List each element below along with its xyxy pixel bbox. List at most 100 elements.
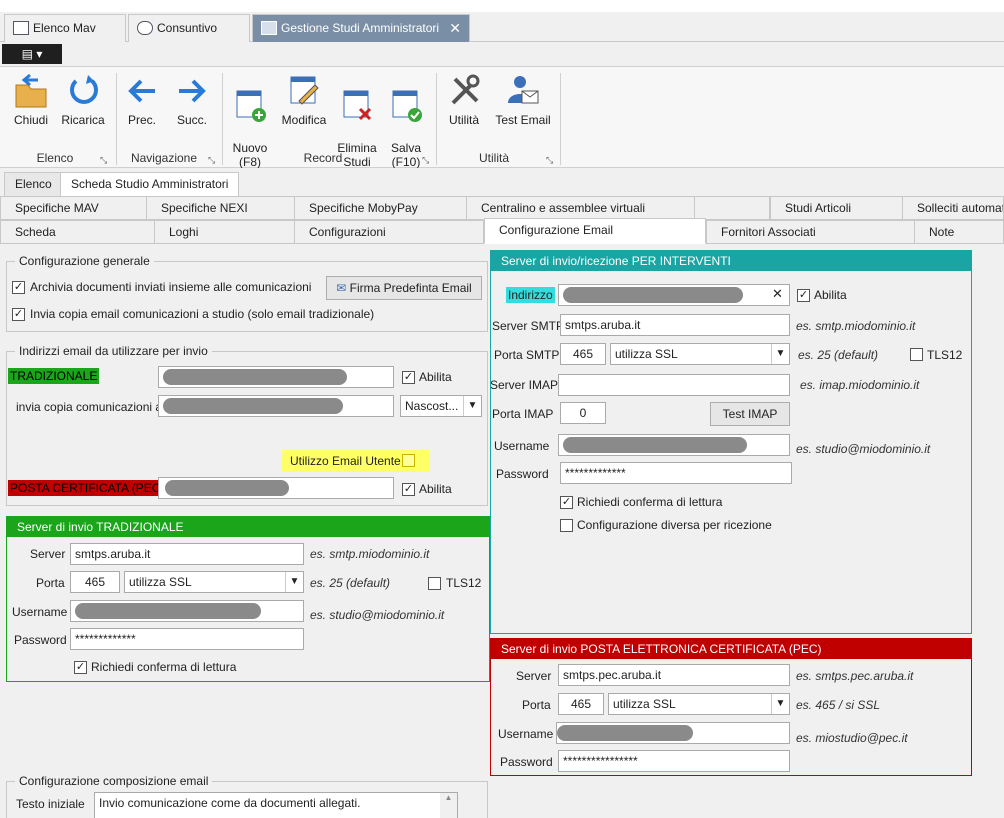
app-menu-button[interactable]: ▤ ▾: [2, 44, 62, 64]
traditional-port-input[interactable]: 465: [70, 571, 120, 593]
interventi-diff-checkbox[interactable]: [560, 519, 573, 532]
interventi-server-header: Server di invio/ricezione PER INTERVENTI: [491, 251, 971, 271]
username-label: Username: [494, 439, 550, 453]
close-button[interactable]: Chiudi: [8, 73, 54, 127]
diff-config-label: Configurazione diversa per ricezione: [577, 518, 772, 532]
pec-ssl-select[interactable]: utilizza SSL ▼: [608, 693, 790, 715]
interventi-password-input[interactable]: *************: [560, 462, 792, 484]
copy-to-input[interactable]: [158, 395, 394, 417]
user-email-checkbox[interactable]: [402, 454, 415, 467]
tab-studi-articoli[interactable]: Studi Articoli: [770, 196, 904, 220]
archive-checkbox[interactable]: ✓: [12, 281, 25, 294]
reload-button[interactable]: Ricarica: [58, 73, 108, 127]
traditional-server-input[interactable]: smtps.aruba.it: [70, 543, 304, 565]
interventi-imap-port-input[interactable]: 0: [560, 402, 606, 424]
test-email-button[interactable]: Test Email: [494, 73, 552, 127]
clear-icon[interactable]: ✕: [772, 286, 783, 302]
traditional-email-input[interactable]: [158, 366, 394, 388]
interventi-smtp-port-input[interactable]: 465: [560, 343, 606, 365]
pec-email-input[interactable]: [158, 477, 394, 499]
tab-centralino[interactable]: Centralino e assemblee virtuali: [466, 196, 698, 220]
doc-tab-consuntivo[interactable]: Consuntivo: [128, 14, 250, 42]
monitor-icon: [261, 21, 277, 35]
ribbon-separator: [116, 73, 117, 165]
tab-specifiche-mav[interactable]: Specifiche MAV: [0, 196, 150, 220]
copy-studio-checkbox[interactable]: ✓: [12, 308, 25, 321]
doc-tab-elenco-mav[interactable]: Elenco Mav: [4, 14, 126, 42]
arrow-left-icon: [128, 79, 155, 103]
server-label: Server: [516, 669, 552, 683]
tab-solleciti[interactable]: Solleciti automati: [902, 196, 1004, 220]
server-label: Server: [30, 547, 66, 561]
pec-abilita-checkbox[interactable]: ✓: [402, 483, 415, 496]
doc-tab-gestione-studi[interactable]: Gestione Studi Amministratori ✕: [252, 14, 470, 42]
dialog-launcher-icon[interactable]: ⤡: [546, 155, 553, 166]
ribbon: Chiudi Ricarica Prec. Succ. Nuovo (F8) M…: [0, 66, 1004, 169]
tab-elenco[interactable]: Elenco: [4, 172, 63, 196]
confirm-label: Richiedi conferma di lettura: [577, 495, 723, 509]
traditional-password-input[interactable]: *************: [70, 628, 304, 650]
tab-note[interactable]: Note: [914, 220, 1004, 244]
interventi-abilita-checkbox[interactable]: ✓: [797, 289, 810, 302]
imap-hint: es. imap.miodominio.it: [800, 378, 920, 392]
tab-scheda-studio[interactable]: Scheda Studio Amministratori: [60, 172, 240, 197]
tab-specifiche-nexi[interactable]: Specifiche NEXI: [146, 196, 298, 220]
dialog-launcher-icon[interactable]: ⤡: [422, 155, 429, 166]
scrollbar[interactable]: ▲: [440, 793, 457, 818]
pec-password-input[interactable]: ****************: [558, 750, 790, 772]
pec-port-input[interactable]: 465: [558, 693, 604, 715]
pec-server-input[interactable]: smtps.pec.aruba.it: [558, 664, 790, 686]
close-icon[interactable]: ✕: [449, 15, 461, 41]
password-label: Password: [500, 755, 553, 769]
firma-email-button[interactable]: ✉ Firma Predefinta Email: [326, 276, 482, 300]
menu-icon: ▤ ▾: [21, 47, 43, 61]
next-button[interactable]: Succ.: [172, 73, 212, 127]
tab-configurazione-email[interactable]: Configurazione Email: [484, 218, 706, 244]
copy-mode-select[interactable]: Nascost... ▼: [400, 395, 482, 417]
interventi-tls12-checkbox[interactable]: [910, 348, 923, 361]
tools-icon: [451, 74, 480, 105]
interventi-confirm-checkbox[interactable]: ✓: [560, 496, 573, 509]
chevron-down-icon: ▼: [771, 344, 789, 364]
traditional-server-group: [6, 516, 490, 682]
port-hint: es. 465 / si SSL: [796, 698, 881, 712]
redacted-value: [563, 287, 743, 303]
tab-scheda[interactable]: Scheda: [0, 220, 156, 244]
tab-configurazioni[interactable]: Configurazioni: [294, 220, 484, 244]
traditional-confirm-checkbox[interactable]: ✓: [74, 661, 87, 674]
interventi-username-input[interactable]: [558, 434, 790, 456]
dialog-launcher-icon[interactable]: ⤡: [100, 155, 107, 166]
dialog-launcher-icon[interactable]: ⤡: [208, 155, 215, 166]
prev-button[interactable]: Prec.: [122, 73, 162, 127]
tab-fornitori-associati[interactable]: Fornitori Associati: [706, 220, 916, 244]
traditional-ssl-select[interactable]: utilizza SSL ▼: [124, 571, 304, 593]
interventi-address-input[interactable]: [558, 284, 790, 306]
traditional-username-input[interactable]: [70, 600, 304, 622]
pec-label: POSTA CERTIFICATA (PEC): [8, 480, 167, 496]
test-imap-button[interactable]: Test IMAP: [710, 402, 790, 426]
interventi-smtp-input[interactable]: smtps.aruba.it: [560, 314, 790, 336]
group-title: Configurazione generale: [19, 254, 150, 268]
tls12-checkbox[interactable]: [428, 577, 441, 590]
pec-username-input[interactable]: [556, 722, 790, 744]
new-button[interactable]: Nuovo (F8): [228, 73, 272, 169]
smtp-hint: es. smtp.miodominio.it: [796, 319, 916, 333]
server-hint: es. smtps.pec.aruba.it: [796, 669, 914, 683]
username-hint: es. studio@miodominio.it: [310, 608, 445, 622]
tab-specifiche-mobypay[interactable]: Specifiche MobyPay: [294, 196, 468, 220]
traditional-abilita-checkbox[interactable]: ✓: [402, 371, 415, 384]
port-label: Porta: [522, 698, 551, 712]
group-title: Indirizzi email da utilizzare per invio: [19, 344, 208, 358]
edit-button[interactable]: Modifica: [280, 73, 328, 127]
interventi-imap-input[interactable]: [558, 374, 790, 396]
ribbon-separator: [222, 73, 223, 165]
tab-loghi[interactable]: Loghi: [154, 220, 298, 244]
email-user-icon: [508, 76, 539, 104]
initial-text-area[interactable]: Invio comunicazione come da documenti al…: [94, 792, 458, 818]
sub-tabs: Elenco Scheda Studio Amministratori: [0, 168, 1004, 197]
imap-server-label: Server IMAP: [490, 378, 559, 392]
tab-empty[interactable]: [694, 196, 770, 220]
menu-bar: ▤ ▾: [0, 42, 1004, 66]
interventi-ssl-select[interactable]: utilizza SSL ▼: [610, 343, 790, 365]
utility-button[interactable]: Utilità: [442, 73, 486, 127]
